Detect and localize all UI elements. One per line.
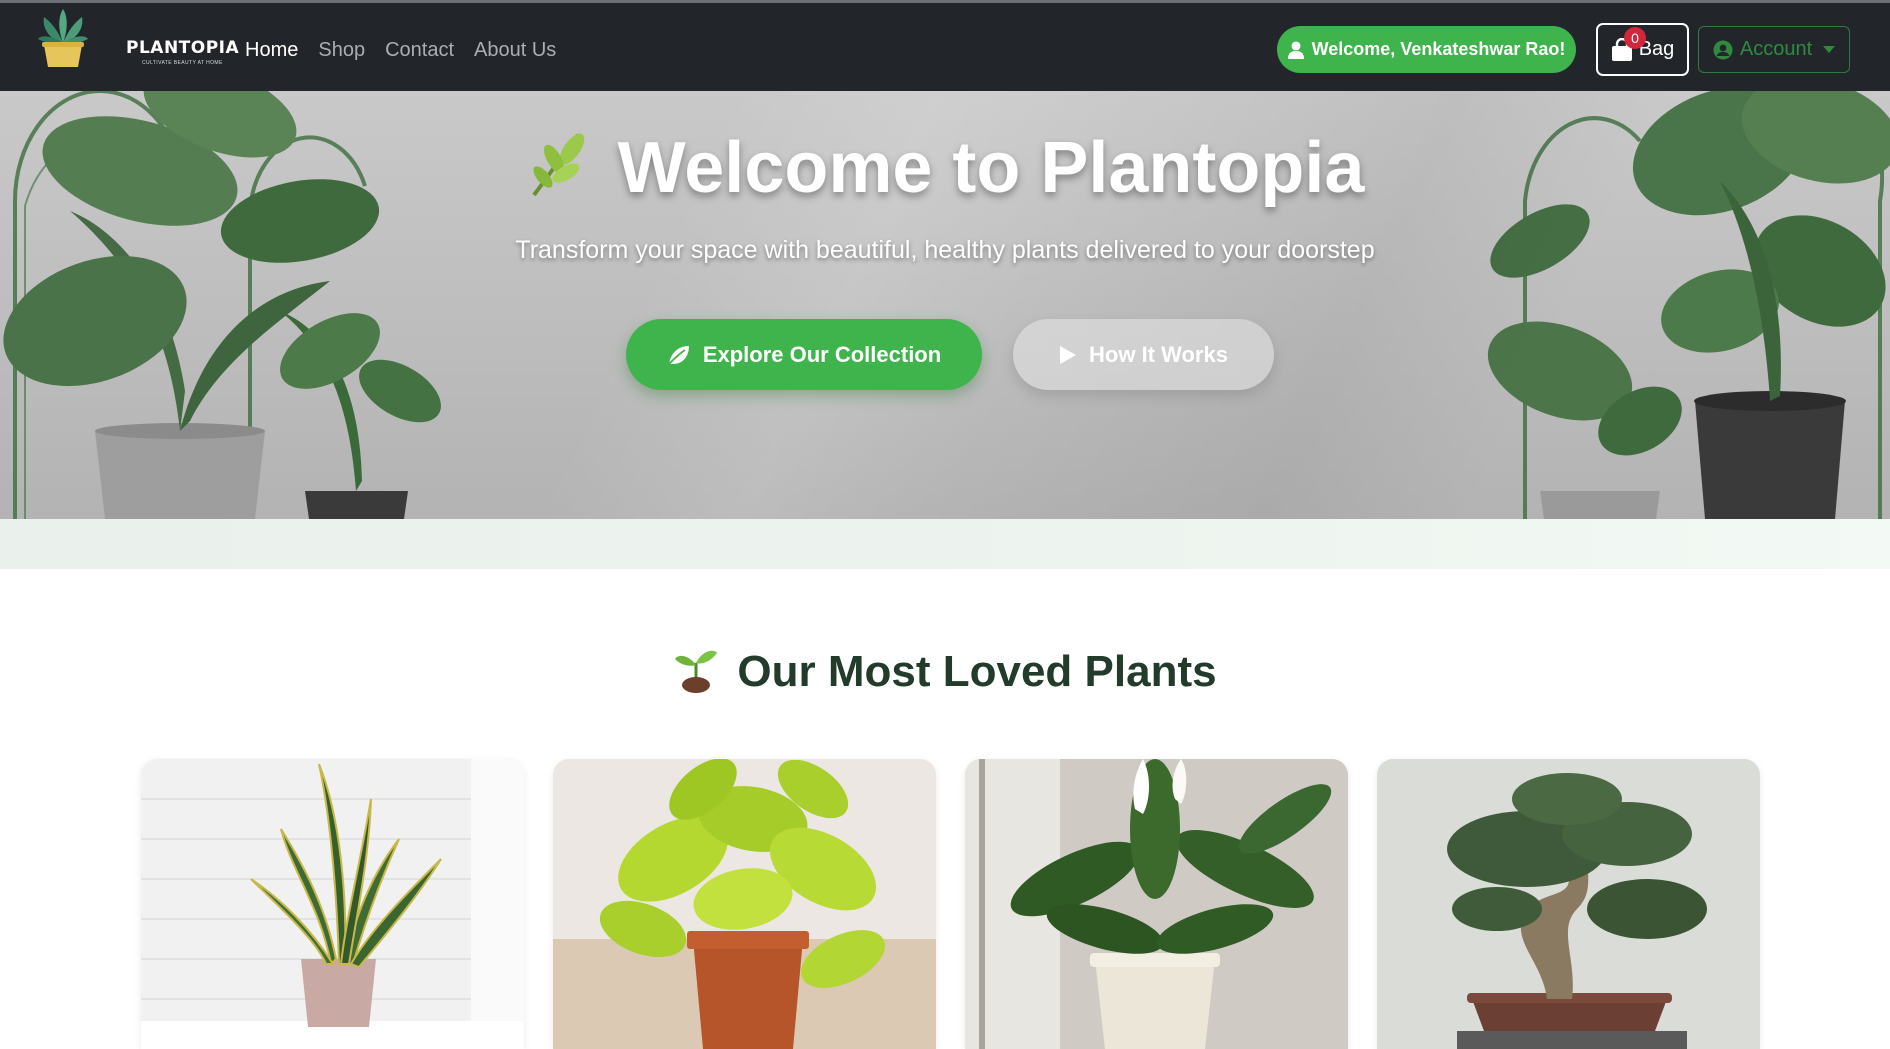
nav-link-contact[interactable]: Contact — [385, 39, 454, 62]
peace-lily-image — [965, 759, 1348, 1049]
bag-count-badge: 0 — [1624, 27, 1646, 49]
section-title: Our Most Loved Plants — [0, 645, 1890, 704]
user-icon — [1287, 41, 1304, 59]
play-icon — [1060, 345, 1077, 364]
welcome-user-button[interactable]: Welcome, Venkateshwar Rao! — [1277, 26, 1576, 73]
product-card[interactable] — [553, 759, 936, 1049]
product-card[interactable] — [141, 759, 524, 1049]
how-it-works-button[interactable]: How It Works — [1013, 319, 1274, 390]
user-circle-icon — [1713, 40, 1733, 59]
hero-title: Welcome to Plantopia — [0, 127, 1890, 216]
golden-pothos-image — [553, 759, 936, 1049]
bag-button[interactable]: Bag 0 — [1596, 23, 1689, 76]
explore-collection-button[interactable]: Explore Our Collection — [626, 319, 982, 390]
bonsai-tree-image — [1377, 759, 1760, 1049]
navbar: PLANTOPIA CULTIVATE BEAUTY AT HOME Home … — [0, 0, 1890, 91]
hero-title-text: Welcome to Plantopia — [617, 128, 1365, 208]
brand-tagline: CULTIVATE BEAUTY AT HOME — [142, 60, 223, 66]
product-card[interactable] — [965, 759, 1348, 1049]
main-nav: Home Shop Contact About Us — [245, 39, 556, 62]
explore-collection-label: Explore Our Collection — [702, 341, 942, 367]
nav-link-about-us[interactable]: About Us — [474, 39, 556, 62]
chevron-down-icon — [1823, 46, 1836, 53]
account-dropdown[interactable]: Account — [1698, 26, 1850, 73]
welcome-text: Welcome, Venkateshwar Rao! — [1311, 39, 1566, 59]
how-it-works-label: How It Works — [1089, 341, 1228, 367]
nav-link-home[interactable]: Home — [245, 39, 298, 62]
snake-plant-image — [141, 759, 524, 1049]
section-divider-band — [0, 519, 1890, 569]
section-title-text: Our Most Loved Plants — [737, 647, 1217, 697]
product-cards — [141, 759, 1760, 1049]
brand-logo[interactable]: PLANTOPIA CULTIVATE BEAUTY AT HOME — [38, 9, 239, 71]
herb-leaf-icon — [526, 129, 588, 216]
hero-banner: Welcome to Plantopia Transform your spac… — [0, 91, 1890, 519]
account-label: Account — [1739, 38, 1813, 60]
brand-name: PLANTOPIA — [126, 38, 240, 58]
hero-subtitle: Transform your space with beautiful, hea… — [515, 236, 1375, 264]
seedling-icon — [673, 645, 719, 704]
product-card[interactable] — [1377, 759, 1760, 1049]
leaf-icon — [668, 345, 689, 365]
potted-plant-logo-icon — [38, 9, 88, 67]
nav-link-shop[interactable]: Shop — [318, 39, 365, 62]
